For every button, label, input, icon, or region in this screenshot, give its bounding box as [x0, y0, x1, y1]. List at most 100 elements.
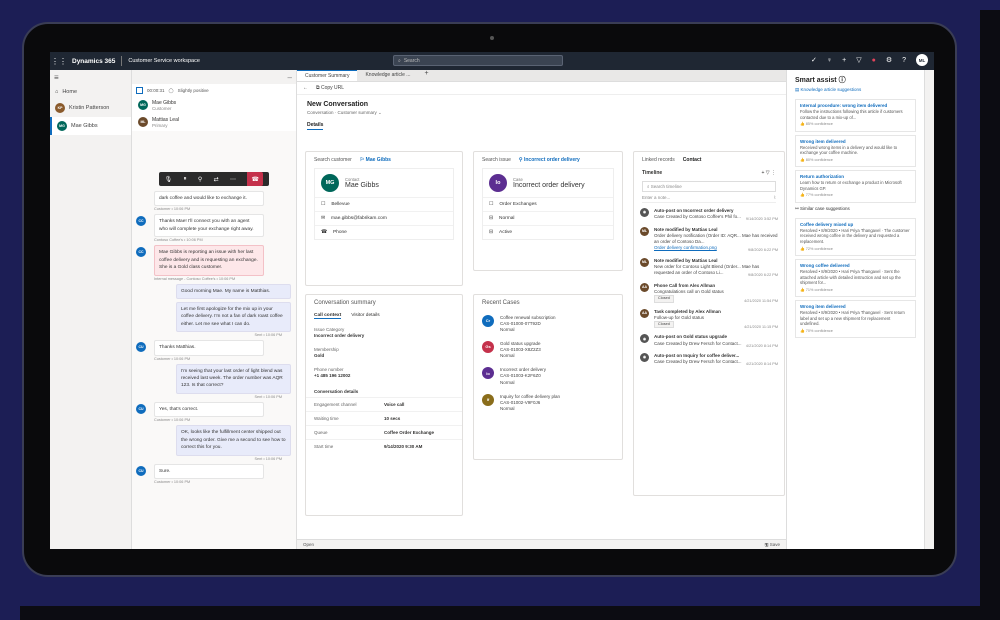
gear-icon[interactable]: ⚙ — [886, 56, 892, 64]
app-name[interactable]: Customer Service workspace — [128, 58, 200, 64]
timeline-date: 4/21/2020 11:54 PM — [744, 299, 778, 304]
case-link-label: Incorrect order delivery — [523, 157, 580, 163]
task-icon[interactable]: ✓ — [811, 56, 817, 64]
timeline-item[interactable]: ◉ Auto-post on Inquiry for coffee deliver… — [634, 350, 784, 369]
help-icon[interactable]: ? — [902, 57, 906, 64]
more-icon[interactable]: ⋮ — [771, 170, 776, 176]
brand[interactable]: Dynamics 365 — [72, 58, 115, 65]
timeline-search-input[interactable]: ⌕ Search timeline — [642, 181, 776, 192]
add-icon[interactable]: + — [761, 170, 764, 176]
contact-email[interactable]: ✉ mae.gibbs@fabrikam.com — [315, 211, 453, 225]
avatar: AA — [640, 308, 649, 318]
filter-icon[interactable]: ▽ — [766, 170, 770, 176]
mic-icon[interactable]: 🎙 — [165, 176, 173, 183]
suggestion-card[interactable]: Return authorization Learn how to return … — [795, 170, 916, 203]
menu-icon[interactable]: ≡ — [50, 70, 131, 85]
top-bar: ⋮⋮ Dynamics 365 Customer Service workspa… — [50, 52, 934, 70]
minimize-icon[interactable]: – — [132, 70, 296, 84]
avatar: ◉ — [640, 353, 649, 363]
timeline-item[interactable]: ML Note modified by Mattias Leal New order… — [634, 255, 784, 280]
save-button[interactable]: 🖫 Save — [765, 541, 780, 549]
mail-icon: ✉ — [321, 216, 326, 221]
suggestion-card[interactable]: Coffee delivery mixed up Resolved • 8/9/2… — [795, 217, 916, 256]
presence-icon[interactable]: ● — [872, 57, 876, 64]
tab-visitor-details[interactable]: Visitor details — [351, 313, 379, 319]
detail-value: 10 secs — [384, 416, 401, 422]
timeline-date: 9/8/2020 6:22 PM — [748, 248, 778, 253]
back-button[interactable]: ← — [303, 85, 308, 91]
tab-call-context[interactable]: Call context — [314, 313, 342, 319]
avatar: ML — [138, 117, 148, 127]
add-tab-button[interactable]: + — [418, 70, 434, 81]
recent-case[interactable]: If Inquiry for coffee delivery plan CAS-01… — [474, 390, 622, 416]
tab-contact[interactable]: Contact — [683, 157, 702, 163]
confidence-label: 71% confidence — [805, 287, 833, 292]
recent-case[interactable]: Gs Gold status upgrade CAS-01003-X8Z2Z3 Nor… — [474, 337, 622, 363]
issue-search[interactable]: Search issue ⚲ Incorrect order delivery — [474, 152, 622, 168]
customer-link[interactable]: ⚐ Mae Gibbs — [360, 157, 391, 163]
case-link[interactable]: ⚲ Incorrect order delivery — [519, 157, 580, 163]
add-participant-icon[interactable]: ⚲ — [198, 176, 202, 183]
end-call-button[interactable]: ☎ — [247, 172, 264, 186]
timeline-item[interactable]: ◉ Auto-post on Incorrect order delivery Ca… — [634, 205, 784, 224]
tab-customer-summary[interactable]: Customer Summary — [297, 70, 358, 81]
conversation-panel: – 00:00:31 ◯ Slightly positive MG Mae Gibbs… — [132, 70, 297, 549]
user-avatar[interactable]: ML — [916, 54, 928, 66]
contact-phone[interactable]: ☎ Phone — [315, 225, 453, 239]
contact-name[interactable]: Mae Gibbs — [345, 182, 379, 189]
recent-case[interactable]: Cr Coffee renewal subscription CAS-01000-0… — [474, 311, 622, 337]
timeline-item[interactable]: ML Note modified by Mattias Leal Order del… — [634, 224, 784, 255]
suggestion-card[interactable]: Wrong coffee delivered Resolved • 8/9/202… — [795, 258, 916, 297]
confidence-label: 70% confidence — [805, 329, 833, 334]
confidence: 👍 80% confidence — [800, 157, 833, 162]
chat-message: CU Yes, that's correct. Customer • 10:06 P… — [136, 401, 288, 422]
transfer-icon[interactable]: ⇄ — [214, 176, 219, 183]
contact-tile: MG Contact Mae Gibbs ☐ Bellevue ✉ mae.gibbs… — [314, 168, 454, 240]
detail-value: 9/14/2020 9:30 AM — [384, 444, 423, 450]
suggestion-card[interactable]: Internal procedure: wrong item delivered… — [795, 99, 916, 132]
label[interactable]: Linked records — [642, 157, 675, 163]
message-bubble: OK, looks like the fulfillment center sh… — [176, 425, 291, 456]
message-bubble: I'm seeing that your last order of light… — [176, 363, 291, 394]
suggestion-card[interactable]: Wrong item delivered Received wrong items… — [795, 134, 916, 168]
timeline-list: ◉ Auto-post on Incorrect order delivery Ca… — [634, 205, 784, 369]
copy-url-button[interactable]: ⧉ Copy URL — [316, 85, 344, 91]
case-name[interactable]: Incorrect order delivery — [513, 182, 585, 189]
avatar: CC — [136, 216, 146, 227]
tab-knowledge[interactable]: Knowledge article ... — [357, 70, 418, 81]
timeline-item[interactable]: AA Phone Call from Alex Allman Congratulat… — [634, 280, 784, 306]
detail-row: Waiting time 10 secs — [306, 411, 462, 425]
customer-search[interactable]: Search customer ⚐ Mae Gibbs — [306, 152, 462, 168]
main-area: Customer Summary Knowledge article ... +… — [297, 70, 786, 549]
timeline-item[interactable]: ◉ Auto-post on Gold status upgrade Case Cr… — [634, 331, 784, 350]
app-launcher-icon[interactable]: ⋮⋮ — [50, 57, 68, 66]
nav-session-mae[interactable]: MG Mae Gibbs — [50, 117, 131, 135]
note-input[interactable]: Enter a note... ⌇ — [642, 195, 776, 203]
add-icon[interactable]: + — [842, 57, 846, 64]
message-meta: Customer • 10:06 PM — [154, 480, 191, 485]
filter-icon[interactable]: ▽ — [856, 56, 861, 64]
hold-icon[interactable]: ⏸ — [184, 176, 187, 183]
message-bubble: Yes, that's correct. — [154, 401, 264, 418]
label: Search customer — [314, 157, 352, 163]
recent-case[interactable]: Io Incorrect order delivery CAS-01003-K2F6… — [474, 363, 622, 389]
avatar: MG — [138, 100, 148, 110]
suggestion-card[interactable]: Wrong item delivered Resolved • 8/9/2020 … — [795, 300, 916, 339]
breadcrumb[interactable]: Conversation · Customer summary ⌄ — [307, 110, 382, 116]
attach-icon[interactable]: ⌇ — [774, 195, 776, 201]
session-status: 00:00:31 ◯ Slightly positive — [132, 84, 296, 97]
building-icon: ☐ — [321, 202, 326, 207]
more-icon[interactable]: ⋯ — [230, 176, 236, 183]
search-input[interactable]: ⌕ Search — [393, 55, 563, 66]
nav-session-kristin[interactable]: KP Kristin Patterson — [50, 99, 131, 117]
screen: ⋮⋮ Dynamics 365 Customer Service workspa… — [50, 52, 934, 549]
field-value: +1 485 196 12002 — [314, 373, 351, 379]
timeline-actions: + ▽ ⋮ — [761, 170, 776, 176]
divider — [121, 56, 123, 66]
lightbulb-icon[interactable]: ♀ — [827, 57, 832, 64]
field-value: Gold — [314, 353, 325, 359]
folder-icon: ☐ — [489, 202, 494, 207]
tab-details[interactable]: Details — [307, 122, 324, 130]
timeline-item[interactable]: AA Task completed by Alex Allman Follow-up… — [634, 306, 784, 332]
nav-home[interactable]: ⌂ Home — [50, 85, 131, 99]
